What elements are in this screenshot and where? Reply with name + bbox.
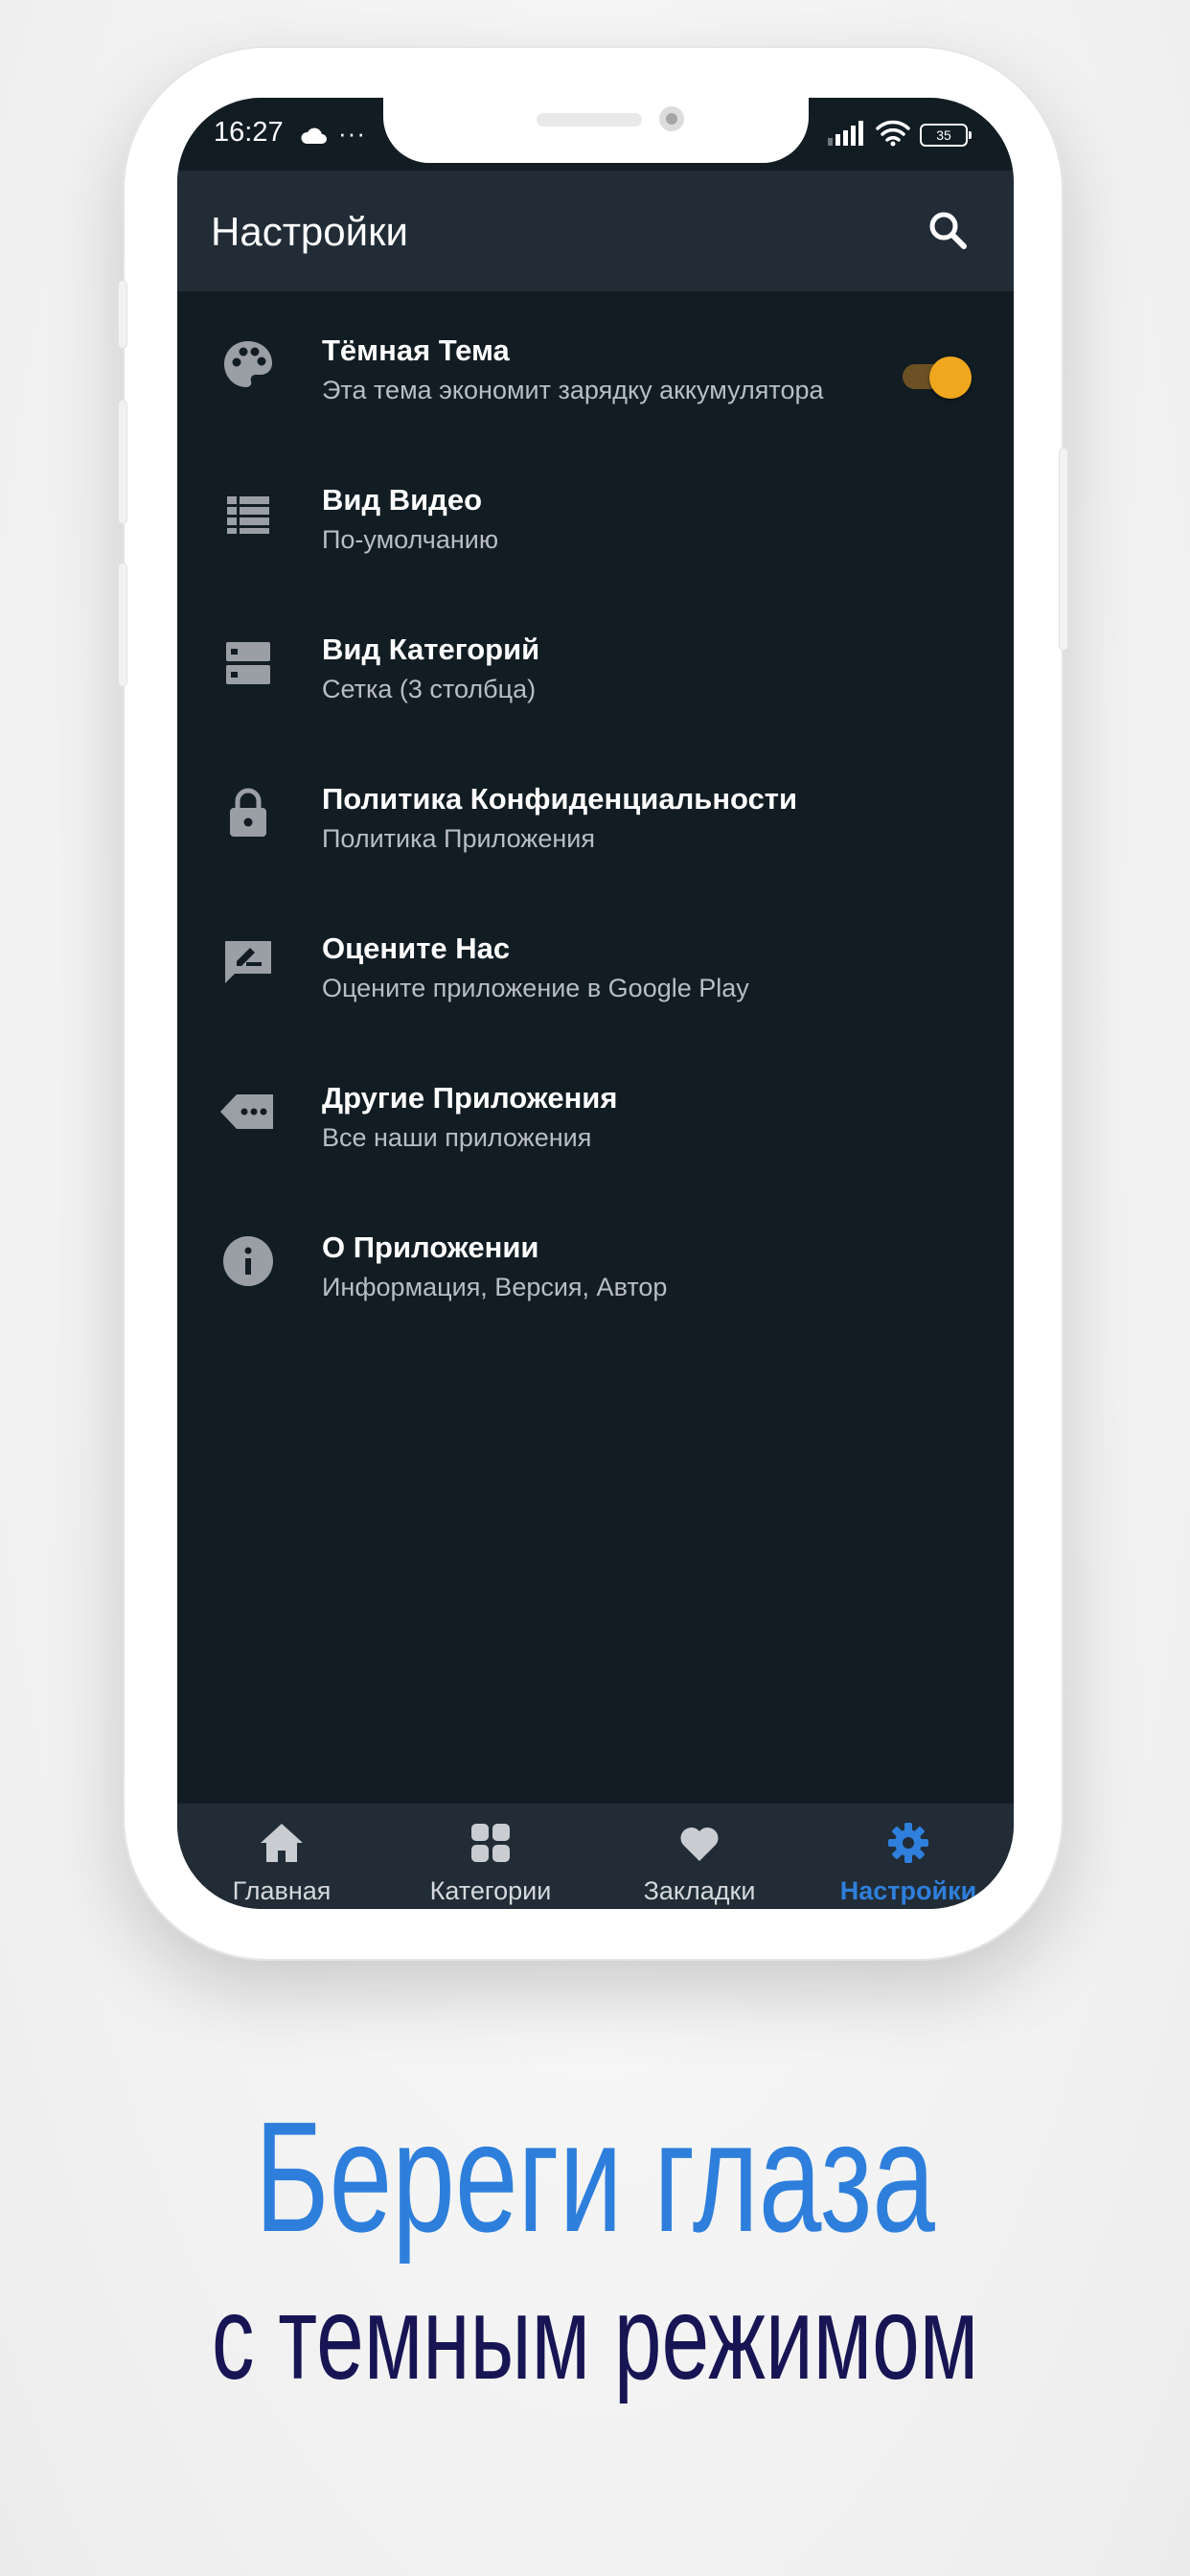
nav-item-settings[interactable]: Настройки bbox=[804, 1804, 1013, 1909]
page-title: Настройки bbox=[211, 209, 408, 254]
more-notifications-icon: ··· bbox=[338, 119, 366, 148]
wifi-icon bbox=[876, 120, 910, 150]
side-button-mute bbox=[119, 281, 126, 348]
side-button-volume-up bbox=[119, 401, 126, 523]
palette-icon bbox=[217, 334, 279, 395]
status-time: 16:27 bbox=[214, 117, 284, 148]
app-bar: Настройки bbox=[177, 171, 1014, 291]
lock-icon bbox=[217, 782, 279, 843]
setting-subtitle: Сетка (3 столбца) bbox=[322, 675, 537, 703]
battery-icon: 35 bbox=[920, 124, 972, 147]
list-view-icon bbox=[217, 483, 279, 544]
setting-other-apps[interactable]: Другие Приложения Все наши приложения bbox=[177, 1039, 1014, 1188]
promo-subline: с темным режимом bbox=[211, 2272, 979, 2404]
setting-title: Тёмная Тема bbox=[322, 334, 510, 367]
nav-label: Главная bbox=[232, 1876, 332, 1905]
setting-privacy-policy[interactable]: Политика Конфиденциальности Политика При… bbox=[177, 740, 1014, 889]
heart-icon bbox=[676, 1820, 722, 1866]
bottom-navigation: Главная Категории Закладки Настройки bbox=[177, 1804, 1014, 1909]
setting-title: Вид Видео bbox=[322, 483, 483, 517]
search-icon bbox=[929, 212, 967, 249]
nav-label: Закладки bbox=[643, 1876, 756, 1905]
gear-icon bbox=[885, 1820, 931, 1866]
setting-title: Вид Категорий bbox=[322, 632, 540, 666]
setting-title: Политика Конфиденциальности bbox=[322, 782, 798, 816]
phone-notch bbox=[383, 98, 809, 163]
setting-subtitle: Эта тема экономит зарядку аккумулятора bbox=[322, 376, 824, 404]
setting-title: О Приложении bbox=[322, 1230, 539, 1264]
setting-title: Оцените Нас bbox=[322, 932, 511, 965]
speaker-grille bbox=[537, 113, 642, 126]
setting-subtitle: Оцените приложение в Google Play bbox=[322, 974, 749, 1002]
setting-title: Другие Приложения bbox=[322, 1081, 618, 1115]
nav-item-home[interactable]: Главная bbox=[177, 1804, 386, 1909]
info-icon bbox=[217, 1230, 279, 1292]
dark-theme-toggle[interactable] bbox=[903, 356, 972, 399]
categories-icon bbox=[468, 1820, 514, 1866]
setting-subtitle: Все наши приложения bbox=[322, 1123, 592, 1152]
phone-screen: 16:27 ··· 35 Настройки Тёмная Тема Эта т… bbox=[177, 98, 1014, 1909]
setting-category-view[interactable]: Вид Категорий Сетка (3 столбца) bbox=[177, 590, 1014, 740]
setting-video-view[interactable]: Вид Видео По-умолчанию bbox=[177, 441, 1014, 590]
status-bar: 16:27 ··· 35 bbox=[177, 98, 1014, 171]
home-icon bbox=[259, 1820, 305, 1866]
setting-dark-theme[interactable]: Тёмная Тема Эта тема экономит зарядку ак… bbox=[177, 291, 1014, 441]
promo-headline: Береги глаза bbox=[255, 2089, 935, 2265]
setting-subtitle: Политика Приложения bbox=[322, 824, 596, 853]
rate-review-icon bbox=[217, 932, 279, 993]
toggle-thumb bbox=[929, 356, 972, 399]
more-apps-icon bbox=[217, 1081, 279, 1142]
nav-label: Настройки bbox=[839, 1876, 977, 1905]
setting-rate-us[interactable]: Оцените Нас Оцените приложение в Google … bbox=[177, 889, 1014, 1039]
setting-subtitle: Информация, Версия, Автор bbox=[322, 1273, 668, 1301]
nav-label: Категории bbox=[429, 1876, 552, 1905]
front-camera bbox=[659, 106, 684, 131]
status-indicators: 35 bbox=[828, 120, 972, 150]
search-button[interactable] bbox=[925, 207, 973, 255]
grid-view-icon bbox=[217, 632, 279, 694]
setting-subtitle: По-умолчанию bbox=[322, 525, 499, 554]
side-button-volume-down bbox=[119, 564, 126, 686]
cloud-icon bbox=[299, 126, 328, 150]
nav-item-categories[interactable]: Категории bbox=[386, 1804, 595, 1909]
signal-icon bbox=[828, 121, 866, 150]
side-button-power bbox=[1060, 448, 1067, 650]
setting-about-app[interactable]: О Приложении Информация, Версия, Автор bbox=[177, 1188, 1014, 1338]
nav-item-bookmarks[interactable]: Закладки bbox=[595, 1804, 804, 1909]
